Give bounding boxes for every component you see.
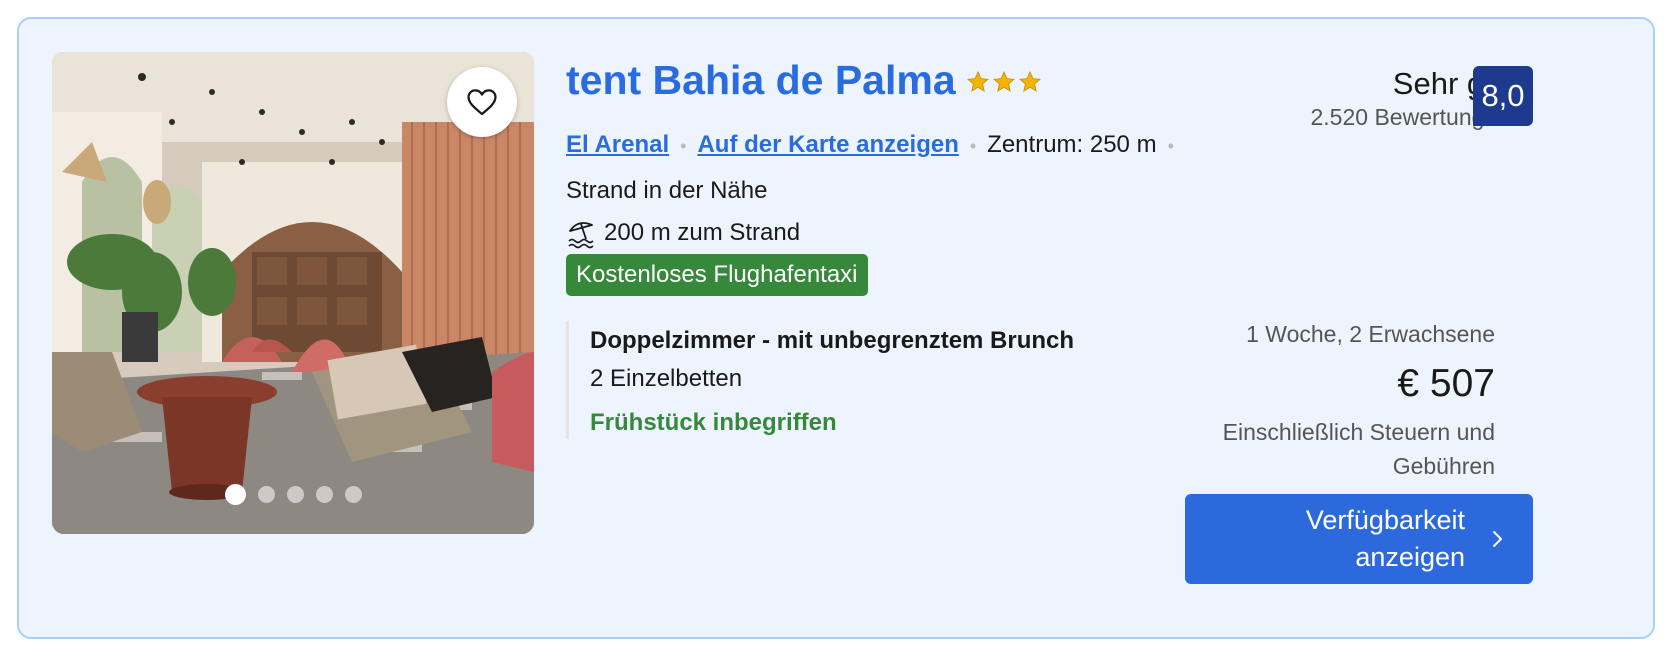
separator-dot: • <box>969 136 977 156</box>
room-name: Doppelzimmer - mit unbegrenztem Brunch <box>590 327 1075 354</box>
hotel-name[interactable]: tent Bahia de Palma <box>566 55 956 105</box>
room-info: Doppelzimmer - mit unbegrenztem Brunch 2… <box>566 321 1074 439</box>
star-icon <box>966 71 989 92</box>
show-availability-button[interactable]: Verfügbarkeit anzeigen <box>1185 494 1533 584</box>
show-availability-label: Verfügbarkeit anzeigen <box>1225 502 1465 576</box>
price-amount: € 507 <box>1397 362 1495 405</box>
free-airport-taxi-badge: Kostenloses Flughafentaxi <box>566 254 868 296</box>
beach-distance-row: 200 m zum Strand <box>566 217 800 249</box>
star-icon <box>1018 71 1041 92</box>
photo-carousel-dots <box>52 484 534 505</box>
location-row: El Arenal • Auf der Karte anzeigen • Zen… <box>566 131 1185 159</box>
carousel-dot[interactable] <box>344 486 362 503</box>
beach-umbrella-icon <box>568 222 594 249</box>
star-rating <box>966 70 1042 94</box>
separator-dot: • <box>680 136 687 156</box>
hotel-photo[interactable] <box>52 52 534 534</box>
center-distance: Zentrum: 250 m <box>987 131 1157 158</box>
show-on-map-link[interactable]: Auf der Karte anzeigen <box>697 131 958 159</box>
separator-dot: • <box>1167 136 1174 156</box>
beach-distance-text: 200 m zum Strand <box>604 219 801 246</box>
stay-duration: 1 Woche, 2 Erwachsene <box>1246 321 1495 347</box>
hotel-card: tent Bahia de Palma El Arenal • Auf der … <box>17 17 1655 639</box>
taxes-note-line2: Gebühren <box>1392 453 1495 479</box>
favorite-button[interactable] <box>447 67 517 137</box>
taxes-note: Einschließlich Steuern und Gebühren <box>1075 415 1495 483</box>
room-beds: 2 Einzelbetten <box>590 365 743 392</box>
area-link[interactable]: El Arenal <box>566 131 669 159</box>
breakfast-included: Frühstück inbegriffen <box>590 409 837 436</box>
carousel-dot[interactable] <box>315 486 333 503</box>
carousel-dot[interactable] <box>286 486 304 503</box>
price-block: 1 Woche, 2 Erwachsene € 507 Einschließli… <box>1075 319 1495 483</box>
hotel-title-row: tent Bahia de Palma <box>566 55 1042 105</box>
cta-line1: Verfügbarkeit <box>1305 505 1465 535</box>
cta-line2: anzeigen <box>1355 542 1465 572</box>
review-score-badge[interactable]: 8,0 <box>1473 66 1533 126</box>
chevron-right-icon <box>1493 531 1502 547</box>
carousel-dot[interactable] <box>224 484 246 505</box>
heart-outline-icon <box>467 89 497 116</box>
beach-nearby-text: Strand in der Nähe <box>566 177 768 204</box>
star-icon <box>992 71 1015 92</box>
carousel-dot[interactable] <box>257 486 275 503</box>
taxes-note-line1: Einschließlich Steuern und <box>1222 419 1495 445</box>
